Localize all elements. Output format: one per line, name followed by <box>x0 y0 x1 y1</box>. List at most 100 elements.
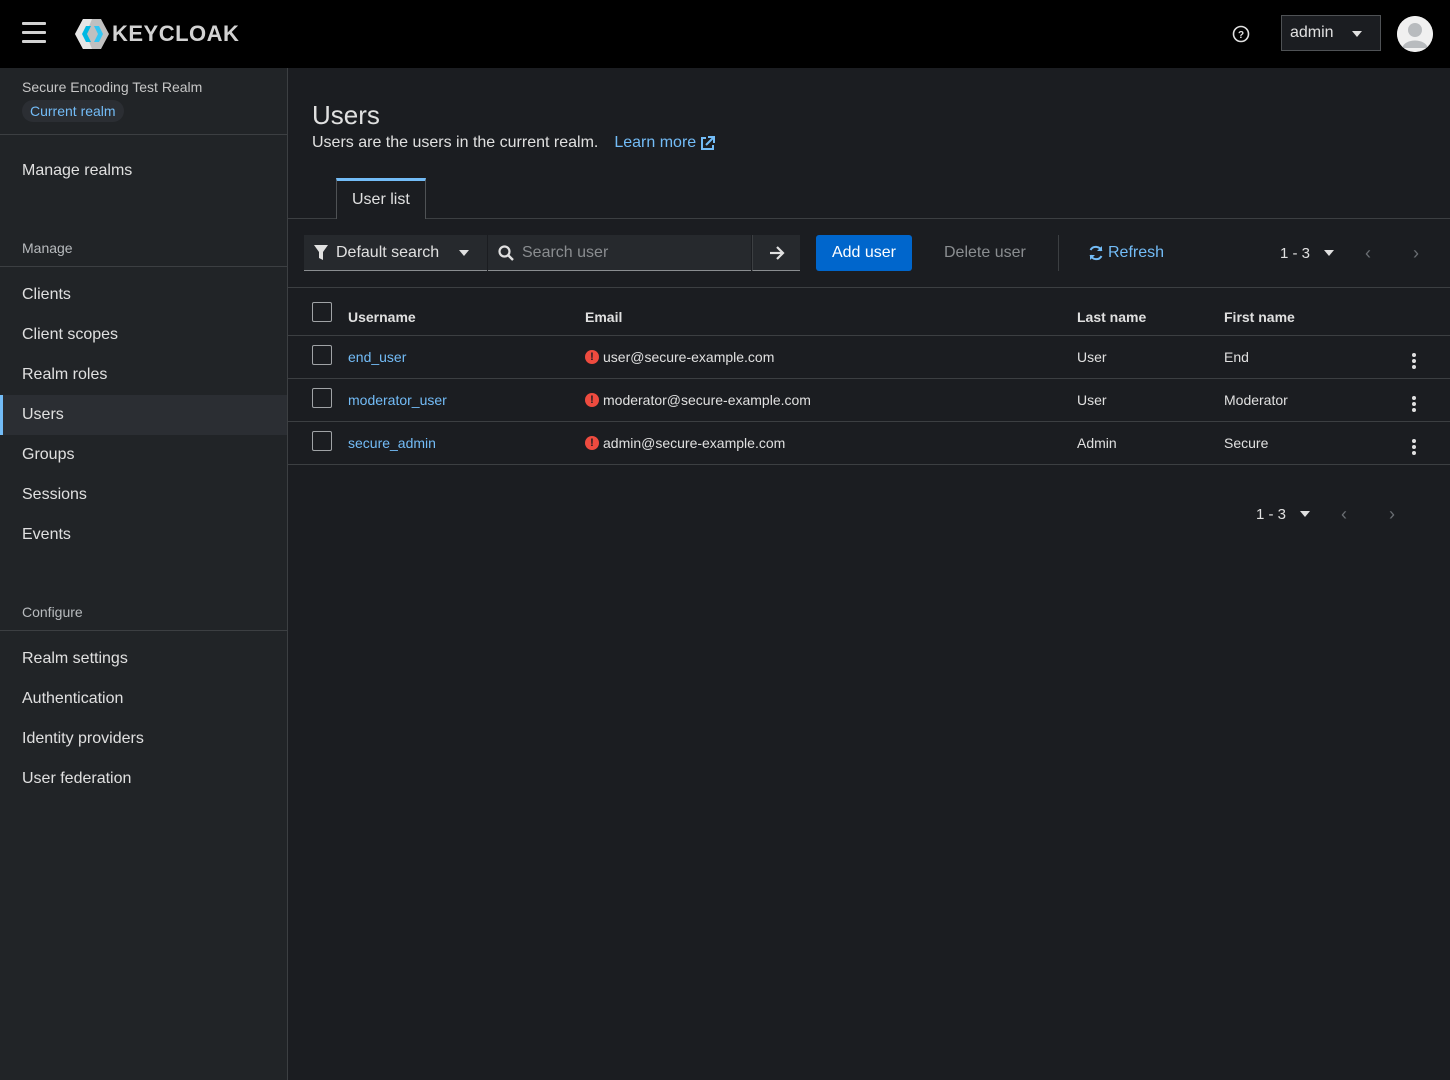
realm-selector[interactable]: Secure Encoding Test Realm Current realm <box>0 68 287 135</box>
username-link[interactable]: moderator_user <box>348 392 447 408</box>
table-row: secure_admin ! admin@secure-example.com … <box>288 421 1450 465</box>
nav-section-manage: Manage <box>0 229 287 267</box>
column-header-username[interactable]: Username <box>348 288 585 336</box>
page-title: Users <box>312 100 380 130</box>
learn-more-link[interactable]: Learn more <box>614 134 716 152</box>
column-header-last-name[interactable]: Last name <box>1077 288 1224 336</box>
exclamation-circle-icon: ! <box>585 392 599 407</box>
table-header-row: Username Email Last name First name <box>288 288 1450 336</box>
first-name-cell: End <box>1224 335 1404 379</box>
caret-down-icon <box>1300 511 1311 517</box>
pagination-range: 1 - 3 <box>1280 244 1311 262</box>
filter-dropdown[interactable]: Default search <box>304 235 487 271</box>
exclamation-circle-icon: ! <box>585 435 599 450</box>
caret-down-icon <box>459 250 469 256</box>
sidebar: Secure Encoding Test Realm Current realm… <box>0 68 288 1080</box>
refresh-label: Refresh <box>1108 244 1165 261</box>
email-text: moderator@secure-example.com <box>603 391 811 408</box>
user-menu-dropdown[interactable]: admin <box>1281 15 1381 51</box>
arrow-right-icon <box>769 245 785 260</box>
sidebar-item-realm-settings[interactable]: Realm settings <box>0 639 287 679</box>
row-checkbox[interactable] <box>312 431 332 451</box>
previous-page-icon[interactable]: ‹ <box>1320 504 1368 525</box>
table-row: end_user ! user@secure-example.com User … <box>288 335 1450 379</box>
row-checkbox[interactable] <box>312 388 332 408</box>
column-header-email[interactable]: Email <box>585 288 1077 336</box>
caret-down-icon <box>1324 250 1335 256</box>
delete-user-button[interactable]: Delete user <box>932 235 1038 271</box>
email-cell: ! admin@secure-example.com <box>585 435 1077 451</box>
kebab-menu-icon[interactable] <box>1404 352 1424 370</box>
page-description: Users are the users in the current realm… <box>312 134 716 152</box>
user-menu-label: admin <box>1290 24 1334 41</box>
logo-text: KEYCLOAK <box>112 21 240 46</box>
email-cell: ! user@secure-example.com <box>585 349 1077 365</box>
sidebar-item-sessions[interactable]: Sessions <box>0 475 287 515</box>
previous-page-icon[interactable]: ‹ <box>1344 243 1392 264</box>
svg-text:?: ? <box>1238 30 1244 41</box>
next-page-icon[interactable]: › <box>1392 243 1440 264</box>
add-user-button[interactable]: Add user <box>816 235 912 271</box>
pagination-range-toggle[interactable]: 1 - 3 <box>1256 505 1311 523</box>
select-all-checkbox[interactable] <box>312 301 332 322</box>
filter-label: Default search <box>336 243 440 261</box>
masthead: KEYCLOAK ? admin <box>0 0 1450 68</box>
sidebar-item-manage-realms[interactable]: Manage realms <box>0 151 287 191</box>
first-name-cell: Secure <box>1224 421 1404 465</box>
main-content: Users Users are the users in the current… <box>288 68 1450 1080</box>
last-name-cell: User <box>1077 335 1224 379</box>
search-box <box>488 235 751 271</box>
help-icon[interactable]: ? <box>1230 23 1252 45</box>
sidebar-item-events[interactable]: Events <box>0 515 287 555</box>
username-link[interactable]: secure_admin <box>348 435 436 451</box>
sidebar-item-groups[interactable]: Groups <box>0 435 287 475</box>
filter-icon <box>314 244 328 260</box>
toolbar: Default search Add user Delete user <box>288 219 1450 288</box>
tabs: User list <box>288 178 1450 219</box>
search-input[interactable] <box>522 243 742 262</box>
external-link-icon <box>701 135 716 150</box>
email-text: user@secure-example.com <box>603 348 775 365</box>
sidebar-item-client-scopes[interactable]: Client scopes <box>0 315 287 355</box>
users-table: Username Email Last name First name end_… <box>288 288 1450 465</box>
sidebar-item-users[interactable]: Users <box>0 395 287 435</box>
kebab-menu-icon[interactable] <box>1404 438 1424 456</box>
caret-down-icon <box>1352 31 1362 37</box>
realm-name: Secure Encoding Test Realm <box>22 79 203 95</box>
pagination-range: 1 - 3 <box>1256 505 1287 523</box>
sidebar-item-authentication[interactable]: Authentication <box>0 679 287 719</box>
hamburger-icon[interactable] <box>22 22 46 44</box>
column-header-first-name[interactable]: First name <box>1224 288 1404 336</box>
pagination-top: 1 - 3 ‹ › <box>1280 235 1440 271</box>
sidebar-item-user-federation[interactable]: User federation <box>0 759 287 799</box>
nav-section-configure: Configure <box>0 593 287 631</box>
sync-icon <box>1089 245 1103 261</box>
toolbar-divider <box>1058 235 1059 271</box>
page-description-text: Users are the users in the current realm… <box>312 134 599 151</box>
keycloak-logo[interactable]: KEYCLOAK <box>74 18 239 50</box>
username-link[interactable]: end_user <box>348 349 406 365</box>
tab-user-list[interactable]: User list <box>336 178 426 219</box>
search-icon <box>498 244 514 261</box>
last-name-cell: Admin <box>1077 421 1224 465</box>
kebab-menu-icon[interactable] <box>1404 395 1424 413</box>
table-row: moderator_user ! moderator@secure-exampl… <box>288 378 1450 422</box>
last-name-cell: User <box>1077 378 1224 422</box>
learn-more-label: Learn more <box>614 134 697 151</box>
search-submit-button[interactable] <box>752 235 800 271</box>
sidebar-item-identity-providers[interactable]: Identity providers <box>0 719 287 759</box>
pagination-range-toggle[interactable]: 1 - 3 <box>1280 244 1335 262</box>
row-checkbox[interactable] <box>312 345 332 365</box>
sidebar-item-realm-roles[interactable]: Realm roles <box>0 355 287 395</box>
first-name-cell: Moderator <box>1224 378 1404 422</box>
current-realm-badge: Current realm <box>22 100 124 122</box>
sidebar-item-clients[interactable]: Clients <box>0 275 287 315</box>
keycloak-logo-icon <box>75 19 109 49</box>
refresh-button[interactable]: Refresh <box>1088 235 1164 271</box>
next-page-icon[interactable]: › <box>1368 504 1416 525</box>
exclamation-circle-icon: ! <box>585 349 599 364</box>
pagination-bottom: 1 - 3 ‹ › <box>1256 496 1416 532</box>
email-cell: ! moderator@secure-example.com <box>585 392 1077 408</box>
avatar-icon[interactable] <box>1397 16 1433 52</box>
email-text: admin@secure-example.com <box>603 434 786 451</box>
